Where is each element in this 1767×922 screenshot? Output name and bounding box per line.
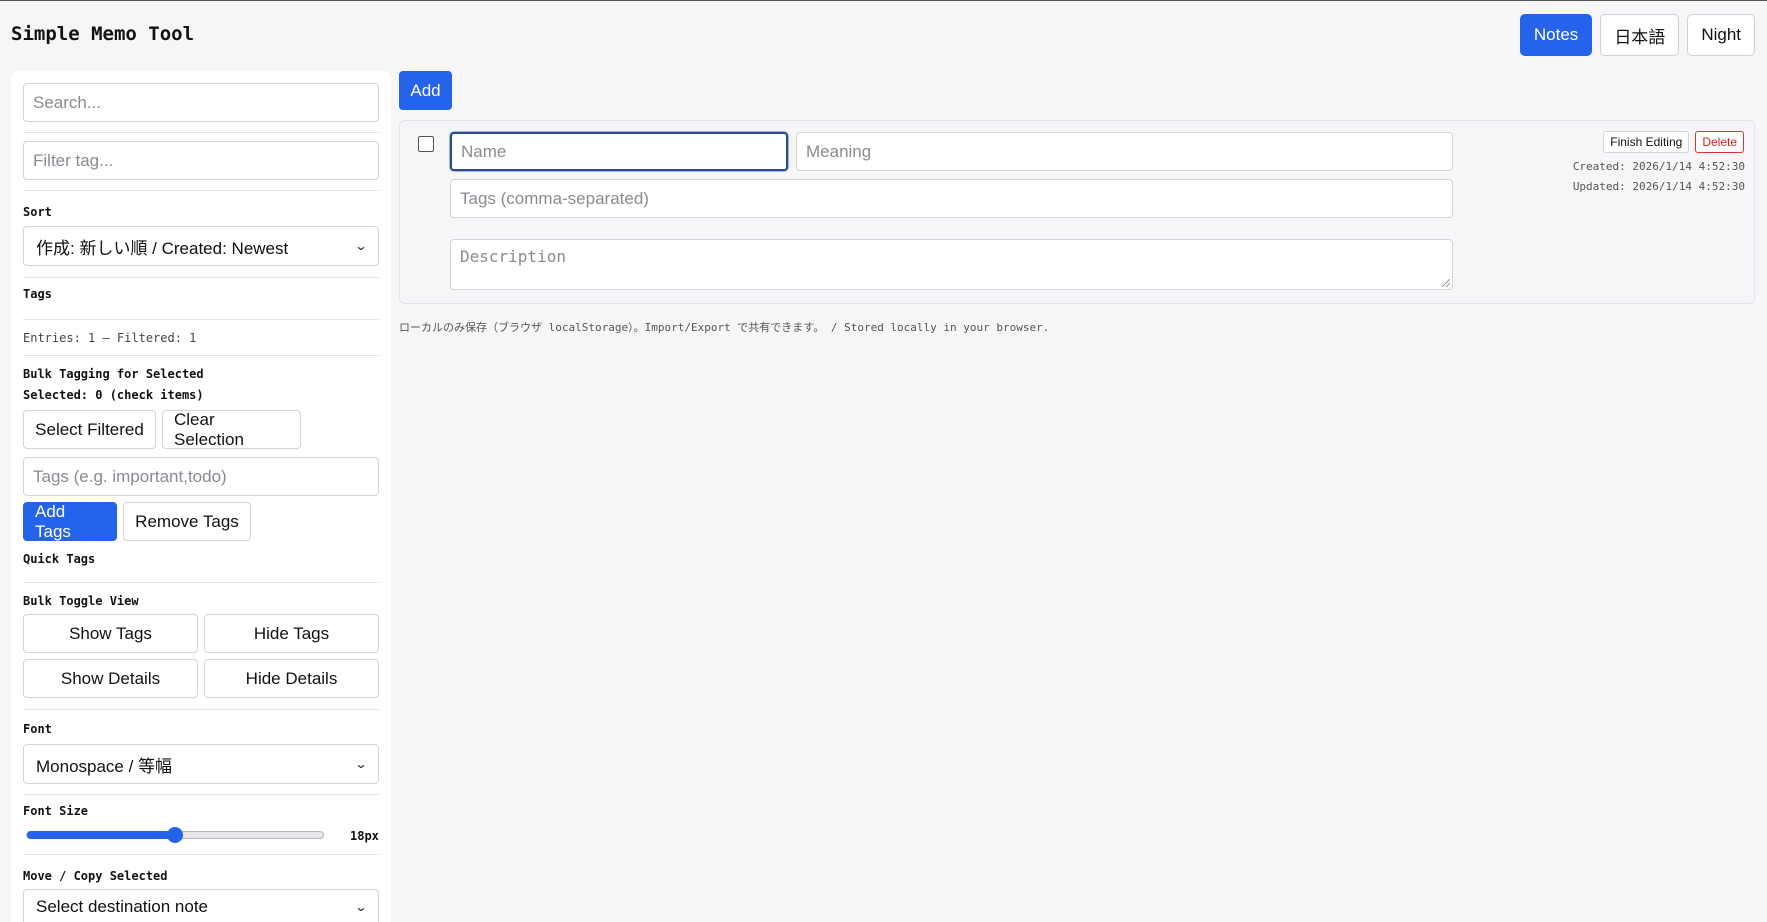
- entry-checkbox[interactable]: [418, 136, 434, 152]
- font-size-value: 18px: [350, 829, 379, 843]
- remove-tags-button[interactable]: Remove Tags: [123, 502, 251, 541]
- show-tags-button[interactable]: Show Tags: [23, 614, 198, 653]
- entries-count: Entries: 1 — Filtered: 1: [23, 331, 197, 345]
- app-title: Simple Memo Tool: [11, 23, 195, 45]
- divider: [23, 854, 379, 855]
- search-input[interactable]: Search...: [23, 83, 379, 122]
- night-mode-button[interactable]: Night: [1687, 14, 1755, 56]
- divider: [23, 277, 379, 278]
- slider-fill: [27, 831, 175, 839]
- description-textarea[interactable]: Description: [450, 239, 1453, 290]
- updated-timestamp: Updated: 2026/1/14 4:52:30: [1572, 180, 1745, 193]
- divider: [23, 355, 379, 356]
- sort-select-value: 作成: 新しい順 / Created: Newest: [36, 238, 289, 258]
- finish-editing-button[interactable]: Finish Editing: [1603, 131, 1690, 153]
- chevron-down-icon: ⌄: [354, 239, 368, 253]
- sort-select[interactable]: 作成: 新しい順 / Created: Newest ⌄: [23, 226, 379, 266]
- tags-label: Tags: [23, 287, 52, 301]
- bulk-tags-input[interactable]: Tags (e.g. important,todo): [23, 457, 379, 496]
- move-copy-label: Move / Copy Selected: [23, 869, 168, 883]
- add-entry-button[interactable]: Add: [399, 71, 452, 110]
- language-button[interactable]: 日本語: [1600, 14, 1680, 56]
- meaning-input[interactable]: Meaning: [796, 132, 1453, 171]
- font-select-value: Monospace / 等幅: [36, 756, 173, 776]
- name-input[interactable]: Name: [450, 132, 788, 171]
- show-details-button[interactable]: Show Details: [23, 659, 198, 698]
- sort-label: Sort: [23, 205, 52, 219]
- add-tags-button[interactable]: Add Tags: [23, 502, 117, 541]
- header-actions: Notes 日本語 Night: [1519, 14, 1755, 56]
- resize-handle-icon[interactable]: [1442, 279, 1450, 287]
- bulk-toggle-label: Bulk Toggle View: [23, 594, 139, 608]
- font-size-slider[interactable]: [26, 827, 324, 843]
- created-timestamp: Created: 2026/1/14 4:52:30: [1572, 160, 1745, 173]
- notes-button[interactable]: Notes: [1519, 14, 1593, 56]
- bulk-tagging-label: Bulk Tagging for Selected: [23, 367, 204, 381]
- storage-note: ローカルのみ保存（ブラウザ localStorage）。Import/Expor…: [399, 321, 1050, 334]
- tag-filter-input[interactable]: Filter tag...: [23, 141, 379, 180]
- hide-details-button[interactable]: Hide Details: [204, 659, 379, 698]
- divider: [23, 132, 379, 133]
- divider: [23, 582, 379, 583]
- divider: [23, 319, 379, 320]
- divider: [23, 709, 379, 710]
- select-filtered-button[interactable]: Select Filtered: [23, 410, 156, 449]
- clear-selection-button[interactable]: Clear Selection: [162, 410, 301, 449]
- font-label: Font: [23, 722, 52, 736]
- hide-tags-button[interactable]: Hide Tags: [204, 614, 379, 653]
- delete-button[interactable]: Delete: [1695, 131, 1744, 153]
- entry-card: Name Meaning Tags (comma-separated) Desc…: [399, 120, 1755, 304]
- chevron-down-icon: ⌄: [354, 757, 368, 771]
- slider-thumb[interactable]: [167, 827, 183, 843]
- description-placeholder: Description: [460, 247, 566, 266]
- destination-select-value: Select destination note: [36, 896, 209, 916]
- divider: [23, 190, 379, 191]
- entry-tags-input[interactable]: Tags (comma-separated): [450, 179, 1453, 218]
- quick-tags-label: Quick Tags: [23, 552, 96, 566]
- selected-count: Selected: 0 (check items): [23, 388, 204, 402]
- divider: [23, 794, 379, 795]
- font-select[interactable]: Monospace / 等幅 ⌄: [23, 744, 379, 784]
- destination-select[interactable]: Select destination note ⌄: [23, 889, 379, 922]
- chevron-down-icon: ⌄: [354, 899, 368, 914]
- entry-actions: Finish Editing Delete: [1603, 131, 1744, 153]
- font-size-label: Font Size: [23, 804, 89, 818]
